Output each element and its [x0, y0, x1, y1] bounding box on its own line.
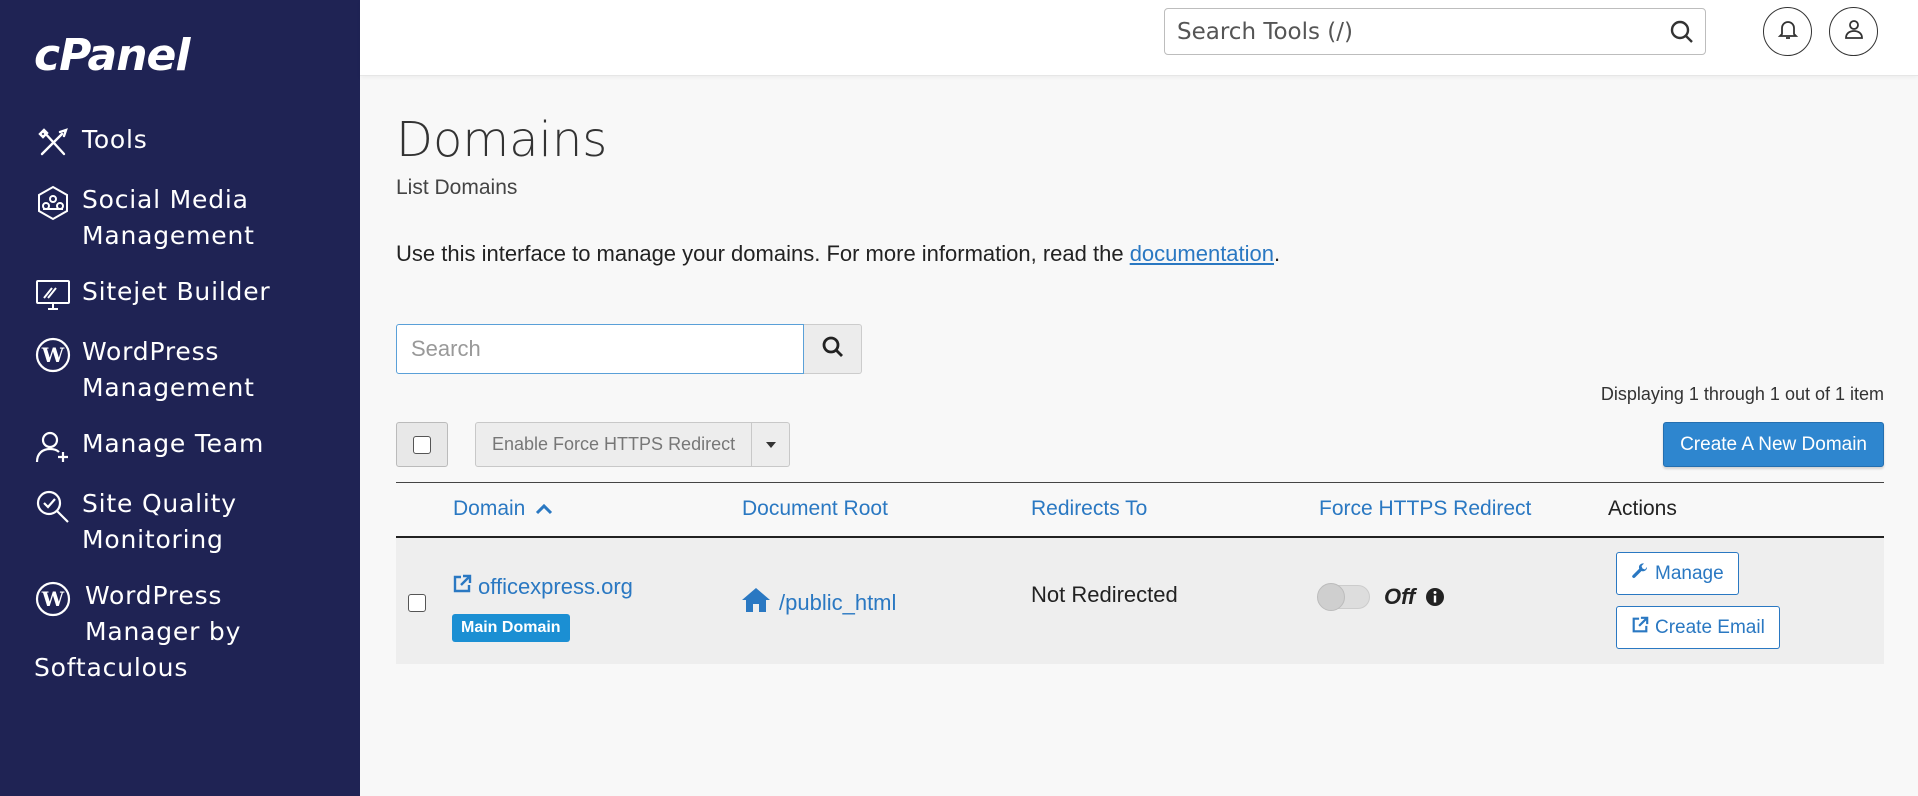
info-icon[interactable] — [1425, 587, 1445, 607]
domain-name: officexpress.org — [478, 574, 633, 599]
wordpress-icon: W — [34, 580, 72, 618]
notifications-button[interactable] — [1763, 7, 1812, 56]
intro-text-body: Use this interface to manage your domain… — [396, 241, 1130, 266]
sidebar-item-site-quality[interactable]: Site Quality Monitoring — [34, 486, 344, 558]
sidebar-item-label: Social Media — [82, 185, 249, 214]
domains-table: Domain Document Root Redirects To Force … — [396, 482, 1884, 664]
column-domain[interactable]: Domain — [453, 497, 553, 521]
manage-button[interactable]: Manage — [1616, 552, 1739, 595]
user-menu-button[interactable] — [1829, 7, 1878, 56]
table-header: Domain Document Root Redirects To Force … — [396, 482, 1884, 538]
sidebar-item-label: Softaculous — [34, 653, 189, 682]
column-force-https[interactable]: Force HTTPS Redirect — [1319, 497, 1531, 521]
sidebar-item-label: Sitejet Builder — [82, 277, 271, 306]
row-checkbox[interactable] — [408, 594, 426, 612]
bell-icon — [1777, 18, 1799, 45]
intro-text: Use this interface to manage your domain… — [396, 241, 1280, 267]
documentation-link[interactable]: documentation — [1130, 241, 1274, 266]
sidebar-item-label: Monitoring — [82, 525, 224, 554]
search-icon — [821, 335, 845, 364]
sidebar-item-tools[interactable]: Tools — [34, 122, 344, 162]
sidebar-item-label: Manager by — [85, 617, 242, 646]
user-icon — [1843, 18, 1865, 45]
sidebar-item-label: Management — [82, 373, 255, 402]
checkbox-box — [413, 435, 431, 454]
sidebar-item-label: Management — [82, 221, 255, 250]
select-all-checkbox[interactable] — [396, 422, 448, 467]
search-icon[interactable] — [1669, 19, 1695, 45]
sidebar-item-manage-team[interactable]: Manage Team — [34, 426, 344, 466]
caret-down-icon — [765, 436, 777, 454]
svg-text:W: W — [41, 587, 65, 611]
document-root-link[interactable]: /public_html — [741, 587, 896, 619]
table-row: officexpress.org Main Domain /public_htm… — [396, 538, 1884, 664]
domain-link[interactable]: officexpress.org — [452, 574, 633, 600]
external-link-icon — [452, 574, 478, 600]
force-https-cell: Off — [1317, 583, 1445, 611]
tool-search — [1164, 8, 1706, 55]
svg-text:W: W — [41, 343, 65, 367]
search-tools-input[interactable] — [1165, 9, 1645, 54]
sidebar: cPanel Tools Social Media Management Sit… — [0, 0, 360, 796]
top-bar — [360, 0, 1918, 76]
domain-search-input[interactable] — [396, 324, 804, 374]
enable-force-https-button[interactable]: Enable Force HTTPS Redirect — [475, 422, 753, 467]
main-domain-badge: Main Domain — [452, 614, 570, 642]
toggle-knob — [1317, 583, 1345, 611]
wordpress-icon: W — [34, 336, 72, 374]
column-actions: Actions — [1608, 497, 1677, 520]
domain-search — [396, 324, 862, 374]
cpanel-logo[interactable]: cPanel — [34, 30, 190, 81]
create-email-label: Create Email — [1655, 616, 1765, 638]
pagination-summary: Displaying 1 through 1 out of 1 item — [1600, 384, 1884, 404]
home-icon — [741, 587, 779, 619]
toggle-state-label: Off — [1384, 584, 1416, 609]
sidebar-item-wordpress-manager-softaculous[interactable]: W WordPress Manager by Softaculous — [34, 578, 344, 686]
column-redirects-to[interactable]: Redirects To — [1031, 497, 1147, 521]
bulk-action-dropdown[interactable] — [752, 422, 791, 467]
intro-text-end: . — [1274, 241, 1281, 266]
column-label: Domain — [453, 497, 526, 520]
manage-label: Manage — [1655, 562, 1724, 584]
site-quality-icon — [34, 488, 72, 526]
domain-search-button[interactable] — [804, 324, 862, 374]
sidebar-item-sitejet[interactable]: Sitejet Builder — [34, 274, 344, 314]
column-document-root[interactable]: Document Root — [742, 497, 888, 521]
sidebar-nav: Tools Social Media Management Sitejet Bu… — [34, 122, 344, 706]
sidebar-item-social-media[interactable]: Social Media Management — [34, 182, 344, 254]
create-domain-button[interactable]: Create A New Domain — [1663, 422, 1884, 467]
sidebar-item-label: WordPress — [85, 581, 223, 610]
sidebar-item-label: Manage Team — [82, 429, 265, 458]
sidebar-item-wordpress-management[interactable]: W WordPress Management — [34, 334, 344, 406]
tools-icon — [34, 124, 72, 162]
wrench-icon — [1631, 562, 1655, 586]
document-root-path: /public_html — [779, 590, 897, 615]
redirect-status: Not Redirected — [1031, 582, 1178, 607]
sidebar-item-label: Site Quality — [82, 489, 237, 518]
manage-team-icon — [34, 428, 72, 466]
sidebar-item-label: WordPress — [82, 337, 220, 366]
page-title: Domains — [396, 112, 608, 168]
create-email-button[interactable]: Create Email — [1616, 606, 1780, 649]
sitejet-icon — [34, 276, 72, 314]
sort-asc-icon — [535, 497, 553, 521]
social-media-icon — [34, 184, 72, 222]
external-link-icon — [1631, 616, 1655, 640]
sidebar-item-label: Tools — [82, 125, 148, 154]
bulk-action-group: Enable Force HTTPS Redirect — [475, 422, 791, 467]
force-https-toggle[interactable] — [1317, 583, 1370, 611]
page-subtitle: List Domains — [396, 176, 518, 199]
